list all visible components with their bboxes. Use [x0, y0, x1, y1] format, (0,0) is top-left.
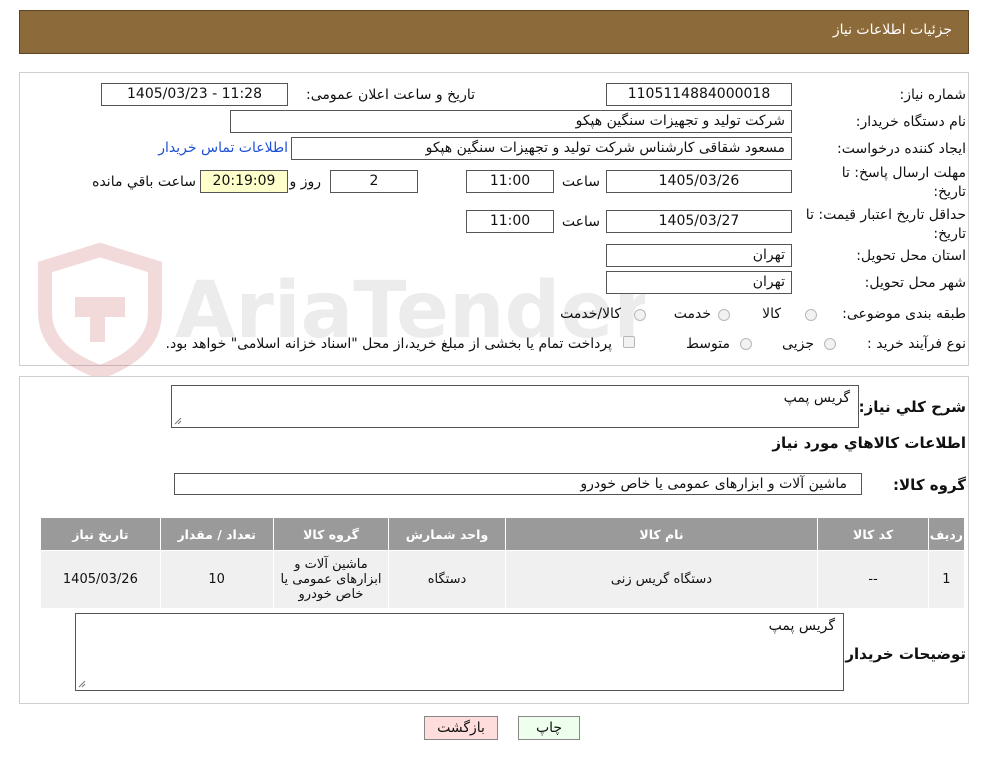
- treasury-payment-note: پرداخت تمام یا بخشی از مبلغ خرید،از محل …: [165, 336, 612, 352]
- general-description-label: شرح كلي نياز:: [858, 398, 966, 416]
- city-field: تهران: [606, 271, 792, 294]
- cell-goods-group: ماشین آلات و ابزارهای عمومی یا خاص خودرو: [272, 550, 390, 609]
- process-minor-label: جزیی: [782, 336, 814, 352]
- process-medium-radio[interactable]: [740, 338, 752, 350]
- days-label: روز و: [289, 174, 322, 190]
- print-button[interactable]: چاپ: [518, 716, 580, 740]
- need-number-label: شماره نیاز:: [899, 87, 967, 103]
- process-medium-label: متوسط: [686, 336, 730, 352]
- announce-datetime-field: 1405/03/23 - 11:28: [101, 83, 288, 106]
- process-minor-radio[interactable]: [824, 338, 836, 350]
- col-item-code: کد کالا: [817, 517, 929, 551]
- cell-unit: دستگاه: [388, 550, 506, 609]
- col-row-number: ردیف: [927, 517, 966, 551]
- category-service-label: خدمت: [673, 306, 711, 322]
- col-quantity: تعداد / مقدار: [159, 517, 274, 551]
- buyer-notes-label: توضیحات خریدار:: [839, 645, 966, 663]
- goods-table: ردیف کد کالا نام کالا واحد شمارش گروه کا…: [40, 517, 966, 609]
- category-goods-service-label: کالا/خدمت: [560, 306, 621, 322]
- remaining-days-field: 2: [330, 170, 418, 193]
- buyer-contact-link[interactable]: اطلاعات تماس خریدار: [158, 140, 288, 156]
- general-description-text: گریس پمپ: [783, 390, 850, 406]
- remaining-time-label: ساعت باقي مانده: [92, 174, 196, 190]
- requester-field: مسعود شقاقی کارشناس شرکت تولید و تجهیزات…: [291, 137, 792, 160]
- category-service-radio[interactable]: [718, 309, 730, 321]
- category-label: طبقه بندی موضوعی:: [842, 306, 966, 322]
- goods-group-label: گروه کالا:: [893, 476, 966, 494]
- process-type-label: نوع فرآیند خرید :: [867, 336, 966, 352]
- cell-item-name: دستگاه گریس زنی: [504, 550, 819, 609]
- cell-row-number: 1: [927, 550, 966, 609]
- cell-need-date: 1405/03/26: [40, 550, 161, 609]
- price-validity-time-field: 11:00: [466, 210, 554, 233]
- buyer-org-label: نام دستگاه خریدار:: [855, 114, 966, 130]
- page-title: جزئیات اطلاعات نیاز: [832, 22, 952, 38]
- col-need-date: تاریخ نیاز: [40, 517, 161, 551]
- goods-group-field: ماشین آلات و ابزارهای عمومی یا خاص خودرو: [174, 473, 862, 495]
- goods-info-title: اطلاعات کالاهاي مورد نياز: [772, 434, 966, 452]
- buyer-notes-textarea[interactable]: گریس پمپ: [75, 613, 844, 691]
- price-validity-label: حداقل تاریخ اعتبار قیمت: تا تاریخ:: [805, 207, 966, 242]
- treasury-payment-checkbox[interactable]: [623, 336, 635, 348]
- buyer-org-field: شرکت تولید و تجهیزات سنگین هپکو: [230, 110, 792, 133]
- col-unit: واحد شمارش: [388, 517, 506, 551]
- province-field: تهران: [606, 244, 792, 267]
- province-label: استان محل تحویل:: [856, 248, 966, 264]
- buyer-notes-text: گریس پمپ: [768, 618, 835, 634]
- cell-item-code: --: [817, 550, 929, 609]
- resize-grip-icon[interactable]: [174, 417, 182, 425]
- city-label: شهر محل تحویل:: [864, 275, 966, 291]
- requester-label: ایجاد کننده درخواست:: [837, 141, 966, 157]
- resize-grip-icon[interactable]: [78, 680, 86, 688]
- col-item-name: نام کالا: [504, 517, 819, 551]
- category-goods-label: کالا: [762, 306, 781, 322]
- reply-time-label: ساعت: [561, 174, 600, 190]
- col-goods-group: گروه کالا: [272, 517, 390, 551]
- price-validity-date-field: 1405/03/27: [606, 210, 792, 233]
- reply-date-field: 1405/03/26: [606, 170, 792, 193]
- reply-deadline-label: مهلت ارسال پاسخ: تا تاریخ:: [841, 165, 966, 200]
- category-goods-radio[interactable]: [805, 309, 817, 321]
- general-description-textarea[interactable]: گریس پمپ: [171, 385, 859, 428]
- table-row: 1 -- دستگاه گریس زنی دستگاه ماشین آلات و…: [40, 550, 966, 609]
- need-number-field: 1105114884000018: [606, 83, 792, 106]
- price-time-label: ساعت: [561, 214, 600, 230]
- reply-time-field: 11:00: [466, 170, 554, 193]
- back-button[interactable]: بازگشت: [424, 716, 498, 740]
- announce-datetime-label: تاریخ و ساعت اعلان عمومی:: [306, 87, 475, 103]
- goods-table-header-row: ردیف کد کالا نام کالا واحد شمارش گروه کا…: [40, 517, 966, 551]
- cell-quantity: 10: [159, 550, 274, 609]
- category-goods-service-radio[interactable]: [634, 309, 646, 321]
- remaining-time-field: 20:19:09: [200, 170, 288, 193]
- page-header: جزئیات اطلاعات نیاز: [19, 10, 969, 54]
